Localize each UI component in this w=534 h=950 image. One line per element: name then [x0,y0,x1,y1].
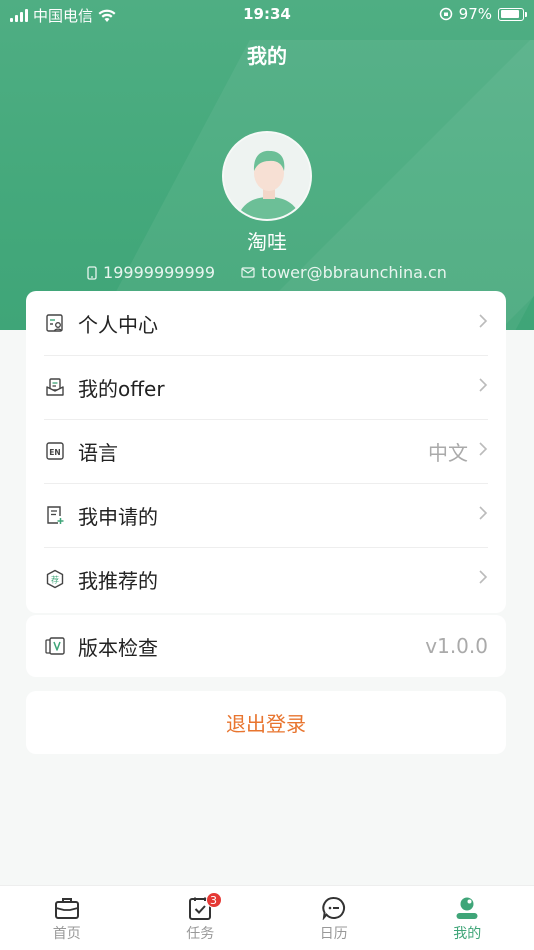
version-card[interactable]: 版本检查 v1.0.0 [26,615,506,677]
recommend-icon: 荐 [44,568,66,590]
page-title: 我的 [247,44,287,68]
mail-icon [241,267,255,278]
contact-info: 19999999999 tower@bbraunchina.cn [0,263,534,282]
menu-item-label: 我申请的 [78,504,158,529]
chevron-right-icon [478,441,488,462]
tab-home[interactable]: 首页 [0,886,134,950]
menu-item-language[interactable]: EN 语言 中文 [26,419,506,483]
email-address: tower@bbraunchina.cn [261,263,447,282]
tab-label: 任务 [186,926,215,942]
version-value: v1.0.0 [425,634,488,658]
language-en-icon: EN [44,440,66,462]
menu-item-label: 我推荐的 [78,568,158,593]
svg-text:荐: 荐 [51,575,59,585]
bottom-tab-bar: 首页 3 任务 日历 我的 [0,885,534,950]
menu-item-label: 语言 [78,440,118,465]
chevron-right-icon [478,377,488,398]
version-label: 版本检查 [78,635,158,660]
logout-button[interactable]: 退出登录 [26,691,506,754]
person-avatar-icon [224,133,310,219]
version-icon [44,635,66,657]
tab-calendar[interactable]: 日历 [267,886,401,950]
phone-icon [87,265,97,280]
chevron-right-icon [478,505,488,526]
orientation-lock-icon [439,7,452,21]
language-value: 中文 [428,440,468,465]
avatar[interactable] [222,131,312,221]
menu-item-profile-center[interactable]: 个人中心 [26,291,506,355]
version-check-row[interactable]: 版本检查 v1.0.0 [26,615,506,677]
apply-doc-icon [44,504,66,526]
tab-tasks[interactable]: 3 任务 [134,886,268,950]
tab-label: 我的 [453,926,482,942]
chevron-right-icon [478,569,488,590]
menu-item-my-offer[interactable]: 我的offer [26,355,506,419]
chat-bubble-icon [322,897,345,920]
logout-label: 退出登录 [226,712,306,736]
menu-card: 个人中心 我的offer EN 语言 中文 我申请的 荐 我推荐的 [26,291,506,613]
profile-card-icon [44,312,66,334]
svg-text:EN: EN [49,448,60,457]
menu-item-my-recommendations[interactable]: 荐 我推荐的 [26,547,506,611]
tab-profile[interactable]: 我的 [401,886,534,950]
tab-label: 首页 [52,926,81,942]
menu-item-label: 我的offer [78,376,165,401]
user-name: 淘哇 [247,230,287,254]
battery-icon [498,7,527,21]
chevron-right-icon [478,313,488,334]
profile-icon [456,897,478,919]
menu-item-label: 个人中心 [78,312,158,337]
task-count-badge: 3 [205,892,222,908]
menu-item-my-applications[interactable]: 我申请的 [26,483,506,547]
tab-label: 日历 [319,926,348,942]
status-bar: 中国电信 19:34 97% [0,0,534,28]
phone-number: 19999999999 [103,263,216,282]
battery-percent: 97% [458,5,492,23]
offer-icon [44,376,66,398]
briefcase-icon [54,898,79,919]
